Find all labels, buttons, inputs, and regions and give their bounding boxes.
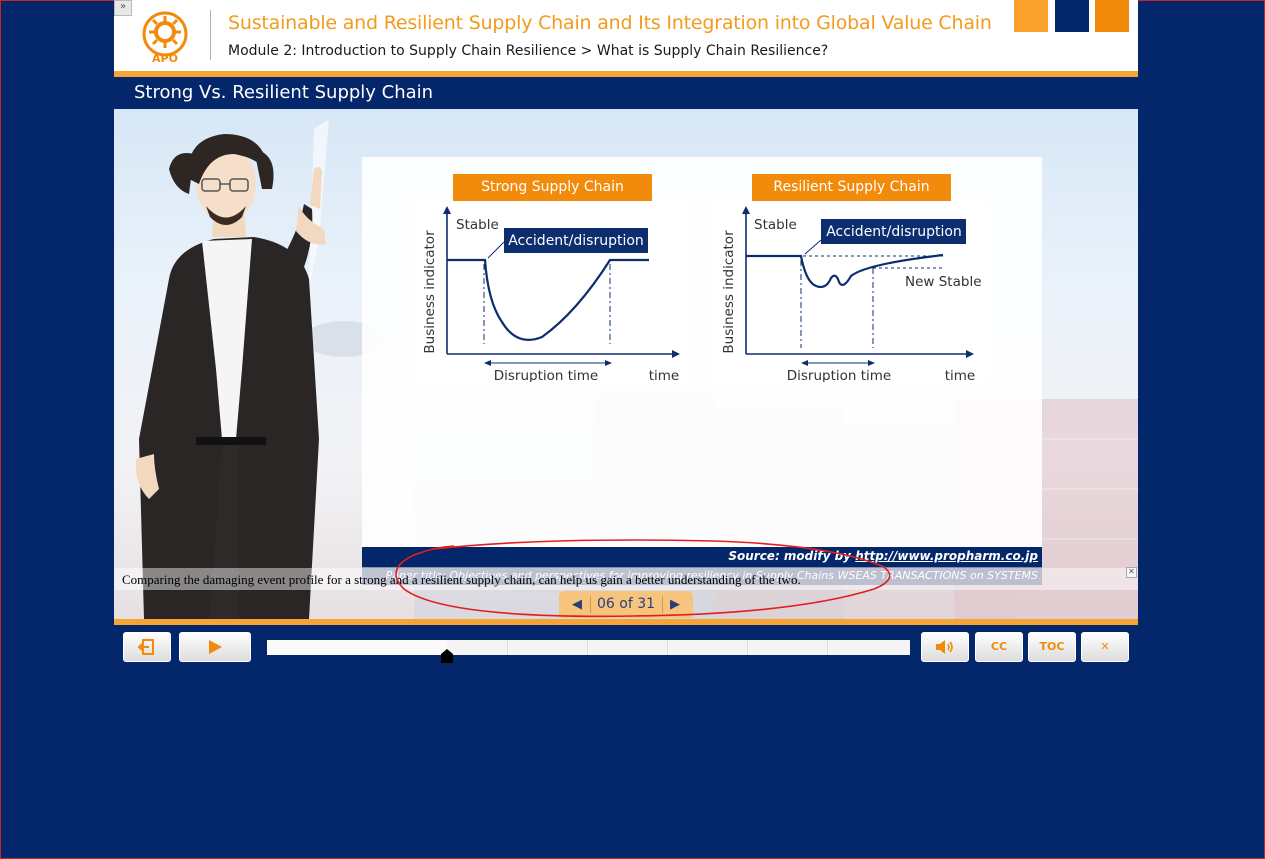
collapse-toggle-button[interactable]: » [114, 0, 132, 16]
slide-title-bar: Strong Vs. Resilient Supply Chain [114, 77, 1138, 109]
seek-bar-progress [267, 640, 447, 655]
volume-button[interactable] [921, 632, 969, 662]
speaker-icon [936, 640, 953, 654]
breadcrumb: Module 2: Introduction to Supply Chain R… [228, 43, 829, 59]
content-panel: Accident/disruption Stable Business indi… [362, 157, 1042, 547]
x-axis-label: time [649, 368, 680, 382]
x-axis-arrow-icon [966, 350, 974, 358]
new-stable-label: New Stable [905, 274, 982, 290]
close-player-button[interactable]: ✕ [1081, 632, 1129, 662]
exit-icon [137, 639, 154, 655]
slide-title: Strong Vs. Resilient Supply Chain [134, 82, 434, 103]
slide-stage: Accident/disruption Stable Business indi… [114, 109, 1138, 619]
brand-square-orange [1095, 0, 1129, 32]
course-header: APO Sustainable and Resilient Supply Cha… [114, 0, 1138, 71]
apo-logo: APO [142, 11, 188, 64]
resilient-chain-card: Accident/disruption Stable New Stable Bu… [711, 202, 990, 384]
resilient-chain-header: Resilient Supply Chain [752, 174, 951, 201]
source-link[interactable]: http://www.propharm.co.jp [855, 549, 1038, 563]
seek-tick [747, 640, 748, 655]
seek-thumb[interactable] [441, 649, 453, 663]
disruption-time-label: Disruption time [787, 368, 892, 382]
previous-slide-button[interactable]: ◀ [563, 591, 591, 618]
event-label: Accident/disruption [826, 224, 962, 240]
source-prefix: Source: modify by [728, 549, 856, 563]
source-credit: Source: modify by http://www.propharm.co… [728, 549, 1038, 563]
brand-square-navy [1055, 0, 1089, 32]
strong-chain-card: Accident/disruption Stable Business indi… [412, 202, 691, 384]
logo-divider [210, 10, 211, 60]
slide-pager: ◀ 06 of 31 ▶ [559, 591, 693, 618]
table-of-contents-button[interactable]: TOC [1028, 632, 1076, 662]
seek-tick [667, 640, 668, 655]
seek-bar[interactable] [267, 640, 910, 663]
closed-caption-text: Comparing the damaging event profile for… [122, 572, 801, 587]
play-icon [209, 640, 222, 654]
caption-close-button[interactable]: ✕ [1126, 567, 1137, 578]
play-button[interactable] [179, 632, 251, 662]
y-axis-arrow-icon [742, 206, 750, 214]
strong-profile-line [447, 258, 649, 341]
seek-tick [507, 640, 508, 655]
player-controls: CC TOC ✕ [114, 625, 1138, 668]
slide-counter: 06 of 31 [596, 596, 656, 612]
strong-chain-chart: Accident/disruption Stable Business indi… [422, 206, 680, 384]
strong-chain-header: Strong Supply Chain [453, 174, 652, 201]
y-axis-label: Business indicator [422, 230, 438, 354]
disruption-time-label: Disruption time [494, 368, 599, 382]
source-bar: Source: modify by http://www.propharm.co… [362, 547, 1042, 567]
exit-button[interactable] [123, 632, 171, 662]
resilient-chain-chart: Accident/disruption Stable New Stable Bu… [721, 206, 982, 384]
y-axis-label: Business indicator [721, 230, 737, 354]
stable-label: Stable [456, 217, 499, 233]
x-axis-arrow-icon [672, 350, 680, 358]
seek-tick [587, 640, 588, 655]
closed-captions-button[interactable]: CC [975, 632, 1023, 662]
course-title: Sustainable and Resilient Supply Chain a… [228, 12, 992, 34]
next-slide-button[interactable]: ▶ [661, 591, 689, 618]
brand-square-light-orange [1014, 0, 1048, 32]
seek-tick [827, 640, 828, 655]
presenter-avatar [135, 134, 326, 619]
logo-text: APO [152, 52, 178, 64]
y-axis-arrow-icon [443, 206, 451, 214]
x-axis-label: time [945, 368, 976, 382]
stable-label: Stable [754, 217, 797, 233]
event-label: Accident/disruption [508, 233, 644, 249]
